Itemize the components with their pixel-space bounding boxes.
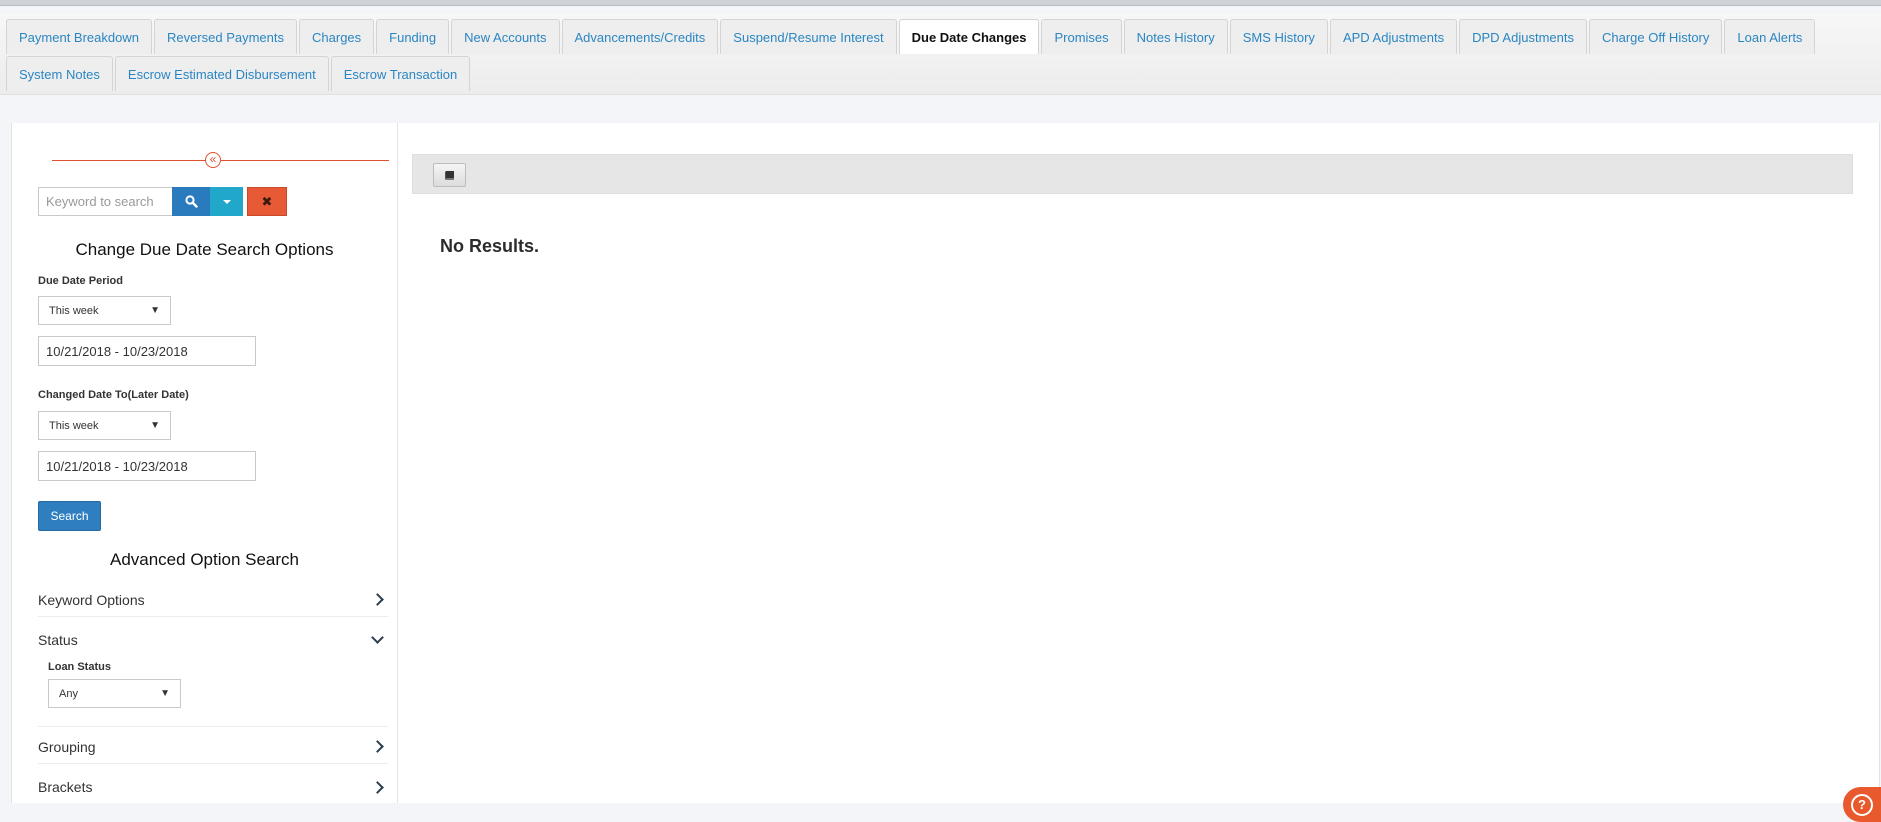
due-date-period-value: This week — [49, 304, 99, 317]
search-icon — [184, 195, 198, 208]
content-panel: « ✖ Change Due Date Search Options Due D… — [11, 123, 1880, 803]
book-icon — [444, 170, 454, 180]
help-button[interactable]: ? — [1843, 787, 1881, 822]
tab-system-notes[interactable]: System Notes — [6, 56, 113, 91]
chevron-down-icon — [371, 630, 384, 644]
search-options-title: Change Due Date Search Options — [75, 240, 334, 259]
changed-date-to-value: This week — [49, 419, 99, 432]
tab-notes-history[interactable]: Notes History — [1123, 19, 1228, 54]
accordion-brackets[interactable]: Brackets — [38, 770, 388, 804]
results-toolbar — [412, 154, 1853, 194]
export-button[interactable] — [433, 163, 466, 187]
due-date-period-select[interactable]: This week ▼ — [38, 296, 171, 325]
report-tab-bar: Payment Breakdown Reversed Payments Char… — [0, 14, 1881, 95]
accordion-keyword-options[interactable]: Keyword Options — [38, 583, 388, 617]
tab-escrow-estimated-disbursement[interactable]: Escrow Estimated Disbursement — [114, 56, 329, 91]
dropdown-arrow-icon: ▼ — [150, 305, 160, 316]
accordion-grouping[interactable]: Grouping — [38, 730, 388, 764]
chevron-right-icon — [371, 740, 384, 753]
search-sidebar: « ✖ Change Due Date Search Options Due D… — [12, 123, 398, 803]
search-button[interactable]: Search — [38, 501, 101, 531]
tab-row-2: System Notes Escrow Estimated Disburseme… — [6, 56, 471, 91]
no-results-message: No Results. — [440, 236, 540, 256]
tab-due-date-changes[interactable]: Due Date Changes — [898, 19, 1040, 54]
dropdown-arrow-icon: ▼ — [150, 420, 160, 431]
tab-dpd-adjustments[interactable]: DPD Adjustments — [1459, 19, 1587, 54]
keyword-options-label: Keyword Options — [38, 591, 145, 608]
tab-funding[interactable]: Funding — [376, 19, 450, 54]
tab-advancements-credits[interactable]: Advancements/Credits — [561, 19, 719, 54]
status-label: Status — [38, 632, 78, 648]
tab-reversed-payments[interactable]: Reversed Payments — [153, 19, 298, 54]
tab-promises[interactable]: Promises — [1041, 19, 1122, 54]
due-date-range-input[interactable]: 10/21/2018 - 10/23/2018 — [38, 336, 256, 366]
changed-date-range-input[interactable]: 10/21/2018 - 10/23/2018 — [38, 451, 256, 481]
tab-new-accounts[interactable]: New Accounts — [451, 19, 560, 54]
due-date-period-label: Due Date Period — [38, 275, 123, 287]
changed-date-range-value: 10/21/2018 - 10/23/2018 — [46, 458, 188, 474]
search-options-dropdown-button[interactable] — [210, 187, 243, 216]
window-top-strip — [0, 0, 1881, 6]
tab-row-1: Payment Breakdown Reversed Payments Char… — [6, 19, 1816, 54]
tab-loan-alerts[interactable]: Loan Alerts — [1724, 19, 1816, 54]
dropdown-arrow-icon: ▼ — [160, 688, 170, 699]
loan-status-label: Loan Status — [48, 661, 111, 673]
clear-search-button[interactable]: ✖ — [247, 187, 287, 216]
keyword-search-button[interactable] — [172, 187, 210, 216]
due-date-range-value: 10/21/2018 - 10/23/2018 — [46, 343, 188, 359]
keyword-search-input[interactable] — [38, 187, 174, 216]
grouping-label: Grouping — [38, 738, 96, 755]
close-icon: ✖ — [261, 193, 273, 209]
brackets-label: Brackets — [38, 779, 93, 795]
caret-down-icon — [222, 199, 231, 204]
chevron-right-icon — [371, 780, 384, 794]
results-area: No Results. — [412, 123, 1864, 803]
changed-date-to-select[interactable]: This week ▼ — [38, 411, 171, 440]
status-divider — [38, 726, 388, 727]
accordion-status[interactable]: Status — [38, 623, 388, 657]
tab-charge-off-history[interactable]: Charge Off History — [1588, 19, 1723, 54]
advanced-search-title: Advanced Option Search — [109, 550, 299, 569]
chevron-right-icon — [371, 593, 384, 606]
loan-status-value: Any — [59, 687, 78, 700]
tab-sms-history[interactable]: SMS History — [1229, 19, 1328, 54]
changed-date-to-label: Changed Date To(Later Date) — [38, 389, 189, 401]
tab-payment-breakdown[interactable]: Payment Breakdown — [6, 19, 152, 54]
tab-suspend-resume-interest[interactable]: Suspend/Resume Interest — [720, 19, 897, 54]
question-icon: ? — [1851, 793, 1873, 816]
tab-escrow-transaction[interactable]: Escrow Transaction — [330, 56, 471, 91]
tab-apd-adjustments[interactable]: APD Adjustments — [1329, 19, 1458, 54]
tab-charges[interactable]: Charges — [299, 19, 375, 54]
double-chevron-left-icon[interactable]: « — [205, 152, 221, 168]
loan-status-select[interactable]: Any ▼ — [48, 679, 181, 708]
